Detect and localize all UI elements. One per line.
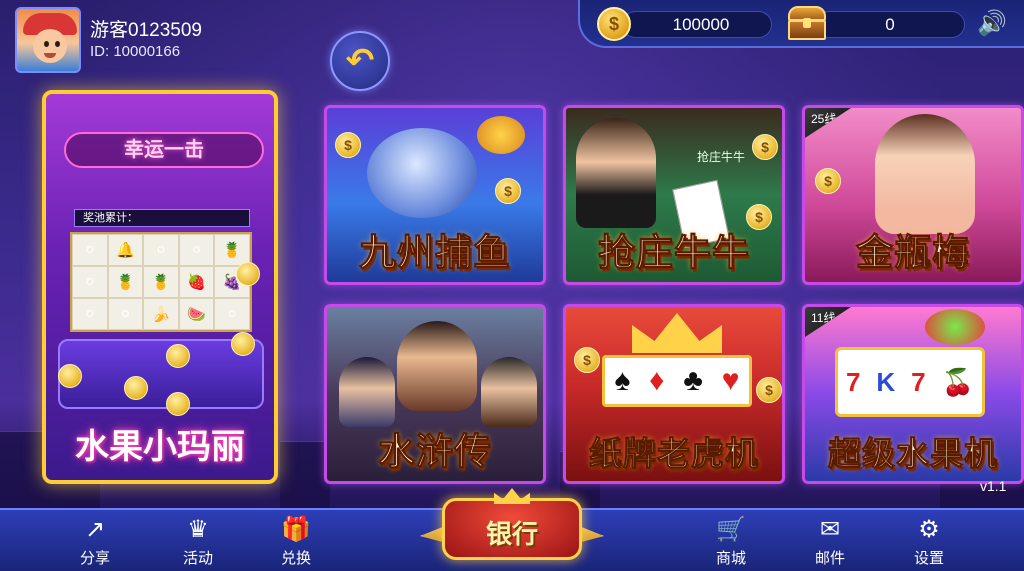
bank-balance: 0 <box>815 11 965 38</box>
coin-icon: $ <box>495 178 521 204</box>
coin-icon: $ <box>815 168 841 194</box>
featured-game-title: 水果小玛丽 <box>75 427 245 467</box>
lucky-strike-sign: 幸运一击 <box>64 132 264 168</box>
bank-button[interactable]: 银行 <box>420 488 604 571</box>
lady-figure <box>875 114 975 234</box>
diamond-icon: ♦ <box>649 364 665 397</box>
dealer-figure <box>576 118 656 228</box>
exchange-button[interactable]: 🎁 兑换 <box>266 513 326 571</box>
pearl-icon: ⚪ <box>178 234 215 266</box>
pearl-icon: ⚪ <box>107 298 144 330</box>
seven-icon: 7 <box>911 366 926 397</box>
coin-icon <box>124 376 148 400</box>
game-tile-shuihu[interactable]: 水浒传 <box>324 304 546 484</box>
pineapple-icon: 🍍 <box>143 266 179 298</box>
shark-shape <box>367 128 477 218</box>
back-button[interactable]: ↶ <box>330 31 390 91</box>
featured-game-fruit-mary[interactable]: 幸运一击 奖池累计： ⚪ 🔔 ⚪ ⚪ 🍍 ⚪ 🍍 🍍 🍓 🍇 ⚪ ⚪ 🍌 🍉 ⚪… <box>42 90 278 484</box>
fruit-pile-shape <box>925 309 985 345</box>
user-nickname: 游客0123509 <box>90 20 202 41</box>
lines-badge: 11线 <box>805 307 851 337</box>
pearl-icon: ⚪ <box>72 298 108 330</box>
watermelon-icon: 🍉 <box>178 298 215 330</box>
top-bar: 游客0123509 ID: 10000166 ↶ 100000 $ 0 🔊 <box>0 0 1024 91</box>
version-label: v1.1 <box>980 478 1007 494</box>
settings-button[interactable]: ⚙ 设置 <box>899 513 959 571</box>
coin-icon <box>166 392 190 416</box>
game-title: 抢庄牛牛 <box>598 231 750 275</box>
game-tile-niuniu[interactable]: 抢庄牛牛 $ $ 抢庄牛牛 <box>563 105 785 285</box>
lines-badge: 25线 <box>805 108 851 138</box>
treasure-chest-icon <box>788 6 826 40</box>
coin-icon: $ <box>574 347 600 373</box>
coin-balance: 100000 <box>622 11 772 38</box>
game-tile-super-fruit[interactable]: 11线 7 K 7 🍒 超级水果机 <box>802 304 1024 484</box>
banana-icon: 🍌 <box>143 298 179 330</box>
share-icon: ↗ <box>84 516 106 543</box>
activity-button[interactable]: ♛ 活动 <box>168 513 228 571</box>
slot-reels: ⚪ 🔔 ⚪ ⚪ 🍍 ⚪ 🍍 🍍 🍓 🍇 ⚪ ⚪ 🍌 🍉 ⚪ <box>70 232 252 332</box>
warrior-figure <box>397 321 477 411</box>
coin-icon <box>236 262 260 286</box>
king-icon: K <box>876 366 896 397</box>
mail-button[interactable]: ✉ 邮件 <box>800 513 860 571</box>
game-title: 纸牌老虎机 <box>589 434 759 474</box>
gear-icon: ⚙ <box>918 516 940 543</box>
share-label: 分享 <box>79 550 110 567</box>
speaker-icon[interactable]: 🔊 <box>977 10 1015 38</box>
coin-icon <box>231 332 255 356</box>
game-title: 水浒传 <box>378 430 492 474</box>
warrior-figure <box>481 357 537 427</box>
cherry-icon: 🍒 <box>941 366 974 397</box>
bell-icon: 🔔 <box>107 234 144 266</box>
slot-window: ♠ ♦ ♣ ♥ <box>602 355 752 407</box>
game-tile-card-slot[interactable]: ♠ ♦ ♣ ♥ $ $ 纸牌老虎机 <box>563 304 785 484</box>
pearl-icon: ⚪ <box>143 234 179 266</box>
game-title: 九州捕鱼 <box>359 231 511 275</box>
game-tile-jinpingmei[interactable]: 25线 $ 金瓶梅 <box>802 105 1024 285</box>
strawberry-icon: 🍓 <box>178 266 215 298</box>
settings-label: 设置 <box>913 550 944 567</box>
coin-icon <box>58 364 82 388</box>
crown-icon <box>632 313 722 353</box>
eye-shape <box>44 41 49 47</box>
user-id: ID: 10000166 <box>90 43 181 60</box>
shop-button[interactable]: 🛒 商城 <box>701 513 761 571</box>
bank-label: 银行 <box>485 519 538 549</box>
seven-icon: 7 <box>845 366 861 397</box>
golden-fish-shape <box>477 116 525 154</box>
slot-reels: 7 K 7 🍒 <box>835 347 985 417</box>
pearl-icon: ⚪ <box>72 234 108 266</box>
activity-label: 活动 <box>182 550 213 567</box>
heart-icon: ♥ <box>721 364 740 397</box>
shop-label: 商城 <box>715 550 746 567</box>
crown-icon: ♛ <box>187 516 209 543</box>
mail-icon: ✉ <box>819 516 841 543</box>
gift-icon: 🎁 <box>281 516 311 543</box>
club-icon: ♣ <box>683 364 703 397</box>
pineapple-icon: 🍍 <box>214 234 250 266</box>
coin-icon: $ <box>752 134 778 160</box>
pearl-icon: ⚪ <box>214 298 250 330</box>
eye-shape <box>55 41 60 47</box>
crown-icon <box>494 488 530 504</box>
coin-icon: $ <box>756 377 782 403</box>
jackpot-label: 奖池累计： <box>74 209 250 227</box>
pearl-icon: ⚪ <box>72 266 108 298</box>
avatar[interactable] <box>15 7 81 73</box>
game-title: 超级水果机 <box>828 434 998 474</box>
game-title: 金瓶梅 <box>856 231 970 275</box>
coin-icon: $ <box>335 132 361 158</box>
warrior-figure <box>339 357 395 427</box>
cart-icon: 🛒 <box>716 516 746 543</box>
coin-icon: $ <box>597 7 631 41</box>
back-arrow-icon: ↶ <box>345 42 375 80</box>
coin-icon <box>166 344 190 368</box>
share-button[interactable]: ↗ 分享 <box>65 513 125 571</box>
pineapple-icon: 🍍 <box>107 266 144 298</box>
mail-label: 邮件 <box>814 550 845 567</box>
spade-icon: ♠ <box>614 364 631 397</box>
game-tile-fishing[interactable]: $ $ 九州捕鱼 <box>324 105 546 285</box>
exchange-label: 兑换 <box>280 550 311 567</box>
